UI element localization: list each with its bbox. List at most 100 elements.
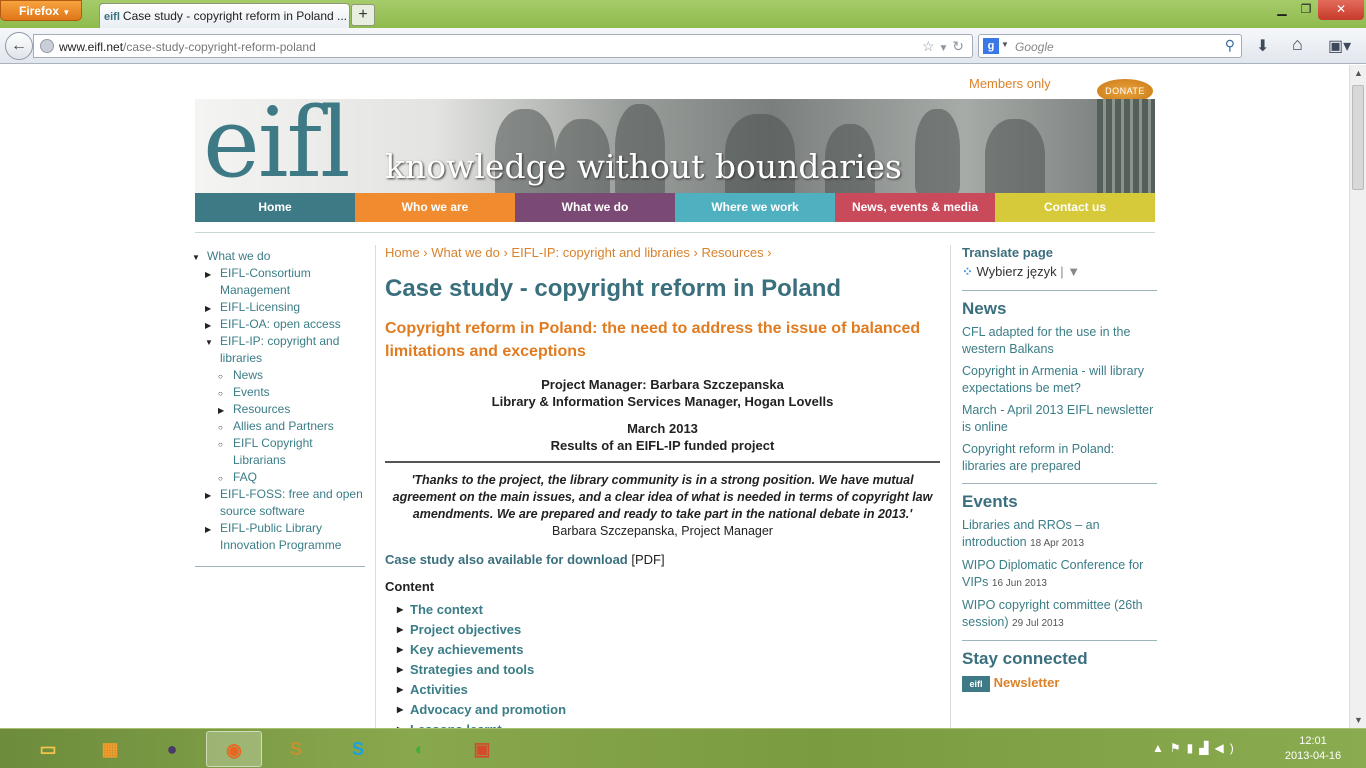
bookmark-star-icon[interactable]: ☆	[922, 38, 935, 54]
toc-item-label: Key achievements	[410, 642, 524, 657]
toc-item[interactable]: ▶ Key achievements	[385, 640, 940, 660]
left-sidebar-nav: ▼ What we do ▶ EIFL-Consortium Management ▶…	[192, 232, 365, 567]
download-line: Case study also available for download […	[385, 552, 940, 567]
left-nav-label: EIFL Copyright Librarians	[233, 436, 313, 467]
firefox-menu-button[interactable]: Firefox ▼	[0, 0, 82, 21]
left-nav-item[interactable]: ○ EIFL Copyright Librarians	[195, 435, 365, 469]
event-date: 18 Apr 2013	[1030, 538, 1085, 549]
event-item[interactable]: WIPO copyright committee (26th session) …	[962, 597, 1157, 632]
maximize-button[interactable]: ❐	[1294, 0, 1318, 20]
dropdown-arrow-icon[interactable]: ▼	[938, 43, 948, 54]
url-bar[interactable]: www.eifl.net/case-study-copyright-reform…	[33, 34, 973, 58]
tab-active[interactable]: eifl Case study - copyright reform in Pol…	[99, 3, 350, 28]
new-tab-button[interactable]: +	[351, 4, 375, 26]
members-only-link[interactable]: Members only	[969, 76, 1051, 91]
main-nav-item[interactable]: Where we work	[675, 193, 835, 222]
event-item[interactable]: WIPO Diplomatic Conference for VIPs 16 J…	[962, 557, 1157, 592]
stay-connected-heading: Stay connected	[962, 649, 1088, 668]
file-explorer-icon[interactable]: ▭	[20, 731, 76, 767]
google-icon[interactable]: g	[983, 38, 999, 54]
main-nav-item[interactable]: What we do	[515, 193, 675, 222]
left-nav-label: EIFL-IP: copyright and libraries	[220, 334, 340, 365]
reload-icon[interactable]: ↻	[952, 38, 964, 54]
toc-item[interactable]: ▶ Project objectives	[385, 620, 940, 640]
toc-item[interactable]: ▶Lessons learnt	[385, 720, 940, 728]
eifl-logo[interactable]: eifl	[203, 99, 351, 193]
battery-icon[interactable]: ▮	[1187, 741, 1200, 755]
divider	[962, 483, 1157, 484]
left-nav-item[interactable]: ○ News	[195, 367, 365, 384]
toc-item[interactable]: ▶ Strategies and tools	[385, 660, 940, 680]
left-nav-item[interactable]: ▶ Resources	[195, 401, 365, 418]
tray-expand-icon[interactable]: ▲	[1152, 741, 1170, 755]
bullet-icon: ○	[218, 423, 223, 432]
bookshelf-image	[1097, 99, 1155, 193]
left-nav-label: News	[233, 368, 264, 382]
left-nav-item[interactable]: ○ Events	[195, 384, 365, 401]
left-nav-item[interactable]: ▼ EIFL-IP: copyright and libraries	[195, 333, 365, 367]
media-app-icon[interactable]: ●	[144, 731, 200, 767]
column-divider	[950, 245, 951, 728]
search-input[interactable]: g ▼ Google ⚲	[978, 34, 1242, 58]
main-nav-item[interactable]: Contact us	[995, 193, 1155, 222]
left-nav-item[interactable]: ○ Allies and Partners	[195, 418, 365, 435]
minimize-button[interactable]: ▁	[1270, 0, 1294, 20]
download-link[interactable]: Case study also available for download	[385, 552, 628, 567]
vertical-scrollbar[interactable]: ▲ ▼	[1349, 65, 1366, 728]
s-app-icon[interactable]: S	[268, 731, 324, 767]
left-nav-item[interactable]: ▶ EIFL-FOSS: free and open source softwar…	[195, 486, 365, 520]
google-translate-icon: ⁘	[962, 264, 973, 279]
event-title[interactable]: WIPO Diplomatic Conference for VIPs	[962, 558, 1143, 589]
scrollbar-thumb[interactable]	[1352, 85, 1364, 190]
language-select[interactable]: ⁘ Wybierz język | ▼	[962, 264, 1157, 280]
tagline: knowledge without boundaries	[385, 147, 902, 186]
news-item-link[interactable]: Copyright reform in Poland: libraries ar…	[962, 441, 1157, 475]
divider	[962, 290, 1157, 291]
left-nav-item[interactable]: ▶ EIFL-Consortium Management	[195, 265, 365, 299]
news-item-link[interactable]: CFL adapted for the use in the western B…	[962, 324, 1157, 358]
close-window-button[interactable]: ✕	[1318, 0, 1364, 20]
toc-item[interactable]: ▶ Advocacy and promotion	[385, 700, 940, 720]
news-item-link[interactable]: March - April 2013 EIFL newsletter is on…	[962, 402, 1157, 436]
select-arrow-icon: | ▼	[1060, 264, 1081, 279]
bullet-icon: ○	[218, 440, 223, 449]
main-nav-item[interactable]: Home	[195, 193, 355, 222]
eifl-small-icon: eifl	[962, 675, 990, 692]
breadcrumb[interactable]: Home › What we do › EIFL-IP: copyright a…	[385, 245, 940, 260]
news-item-link[interactable]: Copyright in Armenia - will library expe…	[962, 363, 1157, 397]
events-heading: Events	[962, 492, 1018, 511]
network-icon[interactable]: ▟	[1199, 741, 1214, 755]
firefox-icon[interactable]: ◉	[206, 731, 262, 767]
left-nav-item[interactable]: ▶ EIFL-Public Library Innovation Programm…	[195, 520, 365, 554]
back-button[interactable]: ←	[5, 32, 33, 60]
event-date: 16 Jun 2013	[991, 578, 1047, 589]
nav-root-what-we-do[interactable]: ▼ What we do	[192, 232, 365, 265]
green-app-icon[interactable]: ◐	[392, 731, 448, 767]
downloads-icon[interactable]: ⬇	[1256, 36, 1269, 56]
scroll-down-icon[interactable]: ▼	[1354, 715, 1363, 725]
clock[interactable]: 12:01 2013-04-16	[1278, 734, 1348, 764]
toc-item[interactable]: ▶ Activities	[385, 680, 940, 700]
toc-item[interactable]: ▶ The context	[385, 600, 940, 620]
left-nav-item[interactable]: ▶ EIFL-OA: open access	[195, 316, 365, 333]
contents-heading: Content	[385, 579, 435, 594]
search-engine-dropdown-icon[interactable]: ▼	[1001, 40, 1009, 49]
event-item[interactable]: Libraries and RROs – an introduction 18 …	[962, 517, 1157, 552]
search-icon[interactable]: ⚲	[1225, 37, 1235, 54]
scroll-up-icon[interactable]: ▲	[1354, 68, 1363, 78]
main-nav-item[interactable]: News, events & media	[835, 193, 995, 222]
left-nav-item[interactable]: ▶ EIFL-Licensing	[195, 299, 365, 316]
clock-date: 2013-04-16	[1284, 750, 1342, 762]
presentation-app-icon[interactable]: ▣	[454, 731, 510, 767]
newsletter-link[interactable]: eifl Newsletter	[962, 675, 1157, 692]
main-nav-item[interactable]: Who we are	[355, 193, 515, 222]
left-nav-item[interactable]: ○ FAQ	[195, 469, 365, 486]
skype-icon[interactable]: S	[330, 731, 386, 767]
bullet-icon: ○	[218, 389, 223, 398]
bookmarks-menu-icon[interactable]: ▣▾	[1328, 36, 1351, 56]
translate-heading: Translate page	[962, 245, 1054, 260]
home-icon[interactable]: ⌂	[1292, 34, 1303, 55]
grid-app-icon[interactable]: ▦	[82, 731, 138, 767]
volume-icon[interactable]: ◀)	[1215, 741, 1240, 755]
flag-icon[interactable]: ⚑	[1170, 741, 1187, 755]
